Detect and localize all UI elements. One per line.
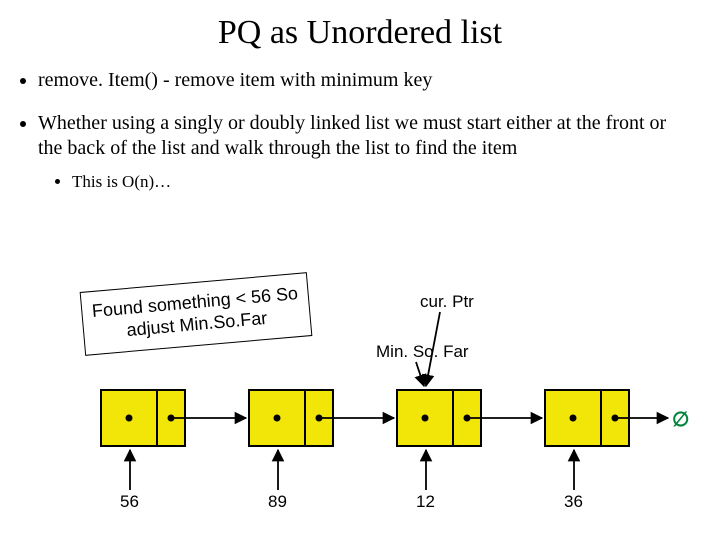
page-title: PQ as Unordered list: [0, 14, 720, 52]
bullet-list: remove. Item() - remove item with minimu…: [38, 68, 720, 192]
bullet-walk-list-text: Whether using a singly or doubly linked …: [38, 112, 666, 159]
dot-icon: [168, 415, 175, 422]
min-so-far-label: Min. So. Far: [376, 342, 469, 362]
dot-icon: [612, 415, 619, 422]
node-data-cell: [102, 391, 158, 445]
node-data-cell: [398, 391, 454, 445]
node-value: 56: [120, 492, 139, 512]
node-ptr-cell: [454, 391, 480, 445]
dot-icon: [274, 415, 281, 422]
dot-icon: [570, 415, 577, 422]
bullet-remove-item: remove. Item() - remove item with minimu…: [38, 68, 720, 93]
node-value: 36: [564, 492, 583, 512]
dot-icon: [126, 415, 133, 422]
bullet-walk-list: Whether using a singly or doubly linked …: [38, 111, 720, 192]
node-data-cell: [546, 391, 602, 445]
callout-box: Found something < 56 So adjust Min.So.Fa…: [80, 272, 313, 356]
dot-icon: [464, 415, 471, 422]
dot-icon: [316, 415, 323, 422]
list-node: [100, 389, 186, 447]
node-ptr-cell: [158, 391, 184, 445]
node-data-cell: [250, 391, 306, 445]
null-icon: ∅: [672, 407, 689, 432]
bullet-complexity: This is O(n)…: [72, 171, 692, 192]
dot-icon: [422, 415, 429, 422]
list-node: [248, 389, 334, 447]
list-node: [544, 389, 630, 447]
sub-bullet-list: This is O(n)…: [72, 171, 692, 192]
list-node: [396, 389, 482, 447]
node-value: 12: [416, 492, 435, 512]
node-value: 89: [268, 492, 287, 512]
node-ptr-cell: [602, 391, 628, 445]
node-ptr-cell: [306, 391, 332, 445]
cur-ptr-label: cur. Ptr: [420, 292, 474, 312]
